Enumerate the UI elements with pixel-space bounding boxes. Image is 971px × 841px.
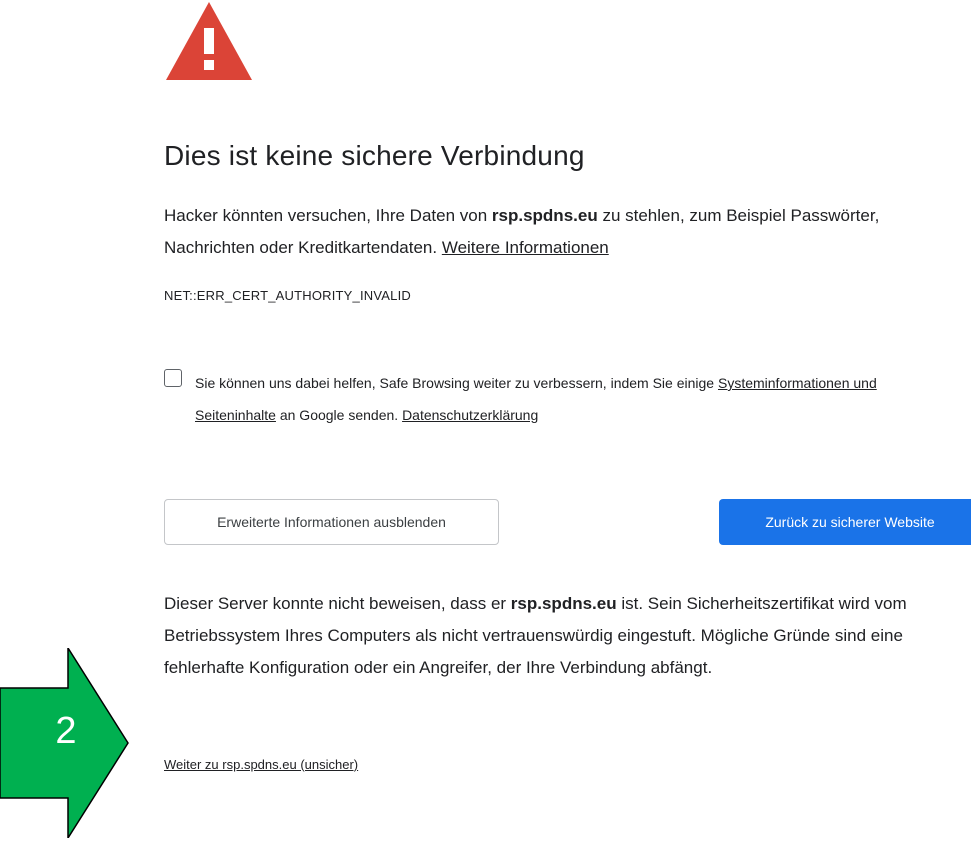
warning-summary: Hacker könnten versuchen, Ihre Daten von…: [164, 200, 964, 264]
safe-browsing-text-2: an Google senden.: [275, 407, 403, 423]
details-host: rsp.spdns.eu: [510, 594, 617, 613]
details-text-1: Dieser Server konnte nicht beweisen, das…: [164, 594, 511, 613]
safe-browsing-text: Sie können uns dabei helfen, Safe Browsi…: [195, 367, 954, 431]
details-text: Dieser Server konnte nicht beweisen, das…: [164, 588, 964, 684]
error-code: NET::ERR_CERT_AUTHORITY_INVALID: [164, 288, 411, 303]
step-number-label: 2: [55, 710, 77, 752]
summary-text-1: Hacker könnten versuchen, Ihre Daten von: [164, 206, 492, 225]
back-to-safety-button[interactable]: Zurück zu sicherer Website: [719, 499, 971, 545]
hide-details-button[interactable]: Erweiterte Informationen ausblenden: [164, 499, 499, 545]
page-title: Dies ist keine sichere Verbindung: [164, 140, 585, 171]
summary-host: rsp.spdns.eu: [491, 206, 598, 225]
proceed-unsafe-link[interactable]: Weiter zu rsp.spdns.eu (unsicher): [164, 757, 358, 772]
safe-browsing-checkbox[interactable]: [164, 369, 182, 387]
privacy-policy-link[interactable]: Datenschutzerklärung: [402, 407, 538, 423]
warning-triangle-icon: [166, 2, 252, 80]
safe-browsing-text-1: Sie können uns dabei helfen, Safe Browsi…: [195, 375, 718, 391]
safe-browsing-optin: Sie können uns dabei helfen, Safe Browsi…: [164, 367, 954, 431]
learn-more-link[interactable]: Weitere Informationen: [442, 238, 609, 257]
